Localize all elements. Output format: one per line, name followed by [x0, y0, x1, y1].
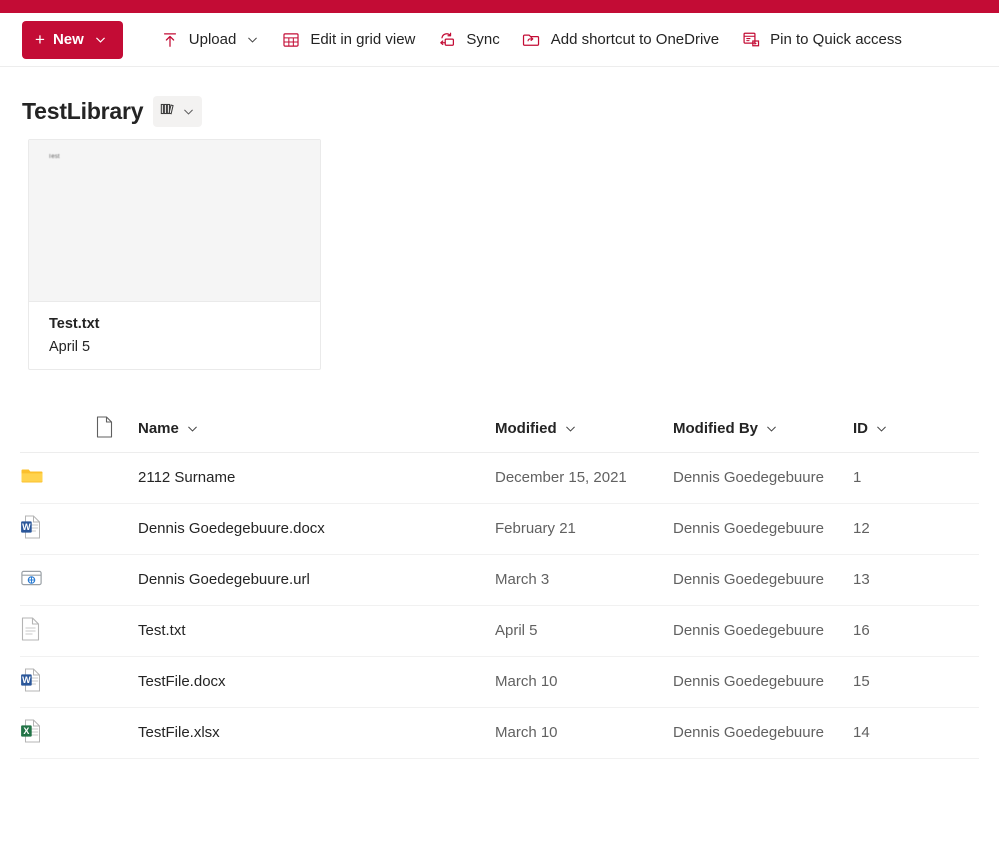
chevron-down-icon	[186, 422, 199, 435]
row-id: 16	[853, 622, 870, 639]
row-name[interactable]: Dennis Goedegebuure.url	[138, 554, 495, 605]
file-list-body: 2112 Surname December 15, 2021 Dennis Go…	[20, 452, 979, 758]
row-id: 15	[853, 673, 870, 690]
file-card-preview: Test	[29, 140, 320, 302]
row-modified: February 21	[495, 520, 576, 537]
table-row[interactable]: W Dennis Goedegebuure.docx February 21 D…	[20, 503, 979, 554]
file-card-name: Test.txt	[49, 316, 100, 332]
row-modified: March 10	[495, 724, 558, 741]
row-name[interactable]: TestFile.xlsx	[138, 707, 495, 758]
column-header-id[interactable]: ID	[853, 406, 979, 453]
sync-button[interactable]: Sync	[426, 21, 510, 59]
edit-in-grid-view-label: Edit in grid view	[310, 31, 416, 48]
file-list: Name Modified Modified By ID 2112 Surnam…	[0, 406, 999, 759]
column-header-modified-label: Modified	[495, 420, 557, 438]
row-file-icon: W	[20, 656, 138, 707]
row-modified: April 5	[495, 622, 538, 639]
row-file-icon	[20, 605, 138, 656]
pin-to-quick-access-button[interactable]: Pin to Quick access	[730, 21, 913, 59]
column-header-modified-by[interactable]: Modified By	[673, 406, 853, 453]
file-card-preview-text: Test	[48, 154, 60, 160]
row-modified: March 3	[495, 571, 550, 588]
excel-icon: X	[20, 719, 41, 743]
add-shortcut-label: Add shortcut to OneDrive	[550, 31, 720, 48]
new-button-label: New	[52, 31, 84, 48]
folder-icon	[20, 466, 44, 486]
row-name[interactable]: Test.txt	[138, 605, 495, 656]
chevron-down-icon	[765, 422, 778, 435]
table-row[interactable]: 2112 Surname December 15, 2021 Dennis Go…	[20, 452, 979, 503]
sync-label: Sync	[466, 31, 500, 48]
row-file-icon	[20, 452, 138, 503]
file-card[interactable]: Test Test.txt April 5	[28, 139, 321, 370]
column-header-id-label: ID	[853, 420, 868, 438]
row-id: 12	[853, 520, 870, 537]
table-row[interactable]: X TestFile.xlsx March 10 Dennis Goedegeb…	[20, 707, 979, 758]
column-header-file-type[interactable]	[20, 406, 138, 453]
chevron-down-icon	[564, 422, 577, 435]
upload-button[interactable]: Upload	[149, 21, 271, 59]
row-modified: December 15, 2021	[495, 469, 627, 486]
row-file-icon: X	[20, 707, 138, 758]
column-header-name[interactable]: Name	[138, 406, 495, 453]
row-modified-by: Dennis Goedegebuure	[673, 622, 824, 639]
row-modified-by: Dennis Goedegebuure	[673, 673, 824, 690]
library-header: TestLibrary	[0, 67, 999, 127]
svg-text:X: X	[23, 726, 29, 736]
command-bar: + New Upload Edit in grid view Sync Add …	[0, 13, 999, 67]
view-switcher-button[interactable]	[153, 95, 203, 127]
chevron-down-icon	[875, 422, 888, 435]
chevron-down-icon	[246, 33, 259, 46]
page-title: TestLibrary	[22, 97, 144, 124]
row-id: 14	[853, 724, 870, 741]
chevron-down-icon	[94, 33, 107, 46]
file-list-header: Name Modified Modified By ID	[20, 406, 979, 453]
tiles-row: Test Test.txt April 5	[0, 125, 999, 370]
upload-label: Upload	[188, 31, 237, 48]
file-list-table: Name Modified Modified By ID 2112 Surnam…	[20, 406, 979, 759]
row-modified: March 10	[495, 673, 558, 690]
svg-text:W: W	[22, 522, 31, 532]
row-modified-by: Dennis Goedegebuure	[673, 469, 824, 486]
add-shortcut-to-onedrive-button[interactable]: Add shortcut to OneDrive	[511, 21, 730, 59]
row-modified-by: Dennis Goedegebuure	[673, 724, 824, 741]
row-file-icon: W	[20, 503, 138, 554]
pin-quick-access-label: Pin to Quick access	[770, 31, 902, 48]
url-icon	[20, 568, 43, 588]
row-file-icon	[20, 554, 138, 605]
plus-icon: +	[35, 30, 45, 49]
row-name[interactable]: 2112 Surname	[138, 452, 495, 503]
theme-strip	[0, 0, 999, 13]
column-header-modified[interactable]: Modified	[495, 406, 673, 453]
new-button[interactable]: + New	[22, 20, 123, 59]
table-header-row: Name Modified Modified By ID	[20, 406, 979, 453]
library-books-icon	[160, 101, 177, 122]
document-icon	[95, 416, 114, 442]
table-row[interactable]: Test.txt April 5 Dennis Goedegebuure 16	[20, 605, 979, 656]
row-modified-by: Dennis Goedegebuure	[673, 520, 824, 537]
chevron-down-icon	[182, 105, 195, 118]
row-id: 1	[853, 469, 862, 486]
row-name[interactable]: Dennis Goedegebuure.docx	[138, 503, 495, 554]
sync-icon	[437, 30, 457, 50]
word-icon: W	[20, 668, 41, 692]
row-id: 13	[853, 571, 870, 588]
table-row[interactable]: W TestFile.docx March 10 Dennis Goedegeb…	[20, 656, 979, 707]
column-header-modified-by-label: Modified By	[673, 420, 758, 438]
table-row[interactable]: Dennis Goedegebuure.url March 3 Dennis G…	[20, 554, 979, 605]
svg-text:W: W	[22, 675, 31, 685]
upload-icon	[160, 30, 180, 50]
edit-in-grid-view-button[interactable]: Edit in grid view	[270, 21, 426, 59]
row-modified-by: Dennis Goedegebuure	[673, 571, 824, 588]
row-name[interactable]: TestFile.docx	[138, 656, 495, 707]
column-header-name-label: Name	[138, 420, 179, 438]
file-card-date: April 5	[49, 338, 91, 355]
onedrive-shortcut-icon	[522, 30, 542, 50]
word-icon: W	[20, 515, 41, 539]
grid-view-icon	[281, 30, 301, 50]
text-file-icon	[20, 616, 41, 641]
file-card-body: Test.txt April 5	[29, 302, 320, 359]
pin-quick-access-icon	[741, 30, 761, 50]
